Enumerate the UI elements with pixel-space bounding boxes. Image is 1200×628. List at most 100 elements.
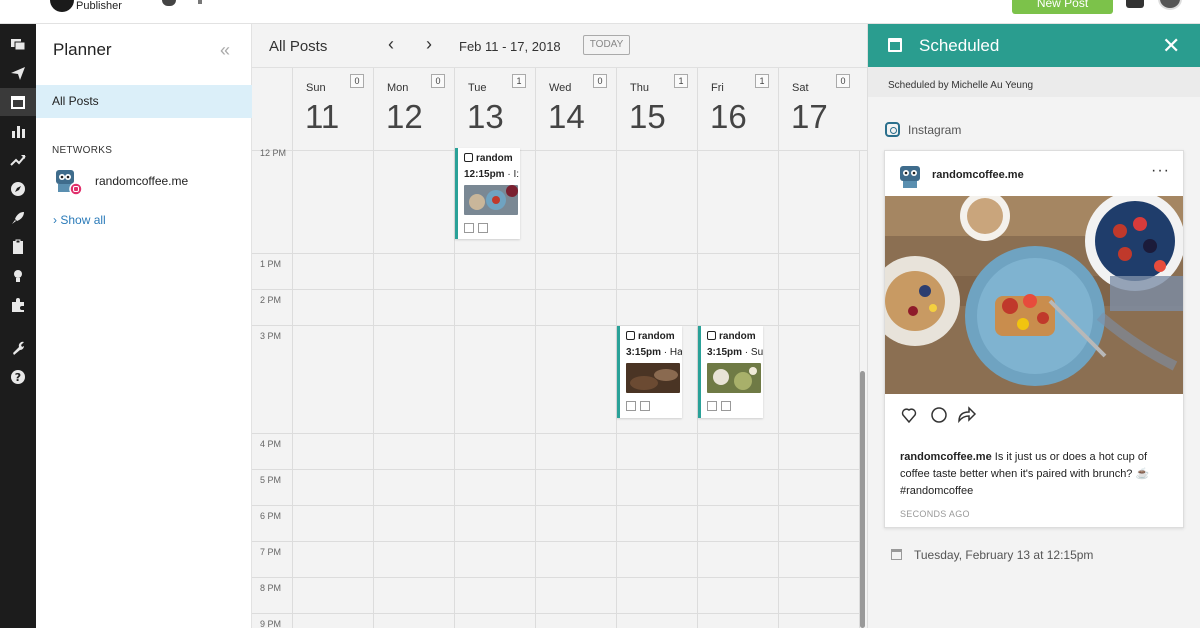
caption-username: randomcoffee.me (900, 451, 992, 463)
grid-divider (252, 253, 860, 254)
day-column-header: Wed 14 0 (535, 68, 616, 151)
chevron-right-icon: › (53, 213, 57, 227)
post-card[interactable]: random 3:15pm · Su (698, 326, 763, 418)
owl-icon[interactable] (162, 0, 176, 6)
post-account: random (626, 331, 682, 342)
planner-sidebar: Planner « All Posts NETWORKS randomcoffe… (36, 24, 252, 628)
calendar-grid[interactable]: 12 PM 1 PM 2 PM 3 PM 4 PM 5 PM 6 PM 7 PM… (252, 148, 860, 628)
time-label: 7 PM (260, 547, 282, 557)
show-all-link[interactable]: › Show all (53, 213, 106, 227)
day-number: 17 (791, 98, 828, 135)
day-number: 12 (386, 98, 423, 135)
robot-avatar-icon (900, 166, 920, 188)
launch-icon[interactable] (0, 204, 36, 232)
grid-divider (252, 325, 860, 326)
assignments-icon[interactable] (0, 233, 36, 261)
day-number: 14 (548, 98, 585, 135)
instagram-post-preview: randomcoffee.me ··· randomcoffee.me Is i… (884, 150, 1184, 528)
time-label: 8 PM (260, 583, 282, 593)
streams-icon[interactable] (0, 30, 36, 58)
image-icon (721, 401, 731, 411)
scheduled-byline: Scheduled by Michelle Au Yeung (888, 80, 1034, 91)
instagram-icon (626, 331, 635, 340)
calendar-scrollbar[interactable] (860, 371, 865, 628)
calendar-icon (891, 549, 902, 560)
post-count-badge: 1 (674, 74, 688, 88)
show-all-label: Show all (60, 213, 106, 227)
day-column-header: Mon 12 0 (373, 68, 454, 151)
collapse-sidebar-icon[interactable]: « (220, 40, 230, 61)
calendar-icon (707, 401, 717, 411)
close-icon[interactable]: ✕ (1162, 33, 1180, 59)
post-count-badge: 0 (593, 74, 607, 88)
day-number: 15 (629, 98, 666, 135)
post-count-badge: 0 (431, 74, 445, 88)
post-account-label: random (476, 153, 513, 164)
prev-week-icon[interactable]: ‹ (388, 34, 394, 55)
calendar-icon (888, 38, 902, 52)
day-number: 11 (305, 98, 340, 135)
post-time-value: 3:15pm (626, 347, 662, 358)
time-label: 5 PM (260, 475, 282, 485)
day-number: 16 (710, 98, 747, 135)
grid-divider (373, 151, 374, 628)
more-options-icon[interactable]: ··· (1151, 162, 1170, 180)
explore-icon[interactable] (0, 175, 36, 203)
today-button[interactable]: TODAY (583, 35, 630, 55)
post-time: 3:15pm · Ha (626, 347, 682, 358)
network-label: Instagram (885, 122, 961, 137)
post-username: randomcoffee.me (932, 169, 1024, 181)
inbox-icon[interactable] (1126, 0, 1144, 8)
post-account: random (707, 331, 763, 342)
calendar-title: All Posts (269, 38, 328, 55)
day-name: Fri (711, 82, 724, 94)
post-excerpt: · Ha (663, 347, 682, 358)
planner-title: Planner (53, 40, 112, 59)
post-thumbnail (464, 185, 518, 215)
share-icon (958, 406, 977, 424)
time-label: 4 PM (260, 439, 282, 449)
help-icon[interactable]: ? (0, 363, 36, 391)
calendar-view: All Posts ‹ › Feb 11 - 17, 2018 TODAY Su… (252, 24, 867, 628)
analytics-icon[interactable] (0, 117, 36, 145)
grid-divider (292, 151, 293, 628)
day-column-header: Tue 13 1 (454, 68, 535, 151)
post-time-value: 12:15pm (464, 169, 505, 180)
apps-icon[interactable] (0, 291, 36, 319)
tools-icon[interactable] (0, 334, 36, 362)
post-caption: randomcoffee.me Is it just us or does a … (900, 449, 1172, 500)
image-icon (640, 401, 650, 411)
planner-icon[interactable] (0, 88, 36, 116)
post-count-badge: 0 (836, 74, 850, 88)
grid-divider (252, 289, 860, 290)
time-label: 1 PM (260, 259, 282, 269)
network-name[interactable]: randomcoffee.me (95, 174, 188, 188)
scheduled-panel: Scheduled ✕ Scheduled by Michelle Au Yeu… (867, 24, 1200, 628)
day-name: Sun (306, 82, 326, 94)
scheduled-header: Scheduled ✕ (868, 24, 1200, 67)
image-icon (478, 223, 488, 233)
day-name: Tue (468, 82, 487, 94)
post-card[interactable]: random 12:15pm · I: (455, 148, 520, 239)
post-account-label: random (719, 331, 756, 342)
post-actions (901, 406, 977, 424)
post-time-value: 3:15pm (707, 347, 743, 358)
new-post-button[interactable]: New Post (1012, 0, 1113, 14)
svg-text:?: ? (15, 371, 21, 384)
day-column-header: Thu 15 1 (616, 68, 697, 151)
user-avatar[interactable] (1158, 0, 1182, 10)
time-label: 3 PM (260, 331, 282, 341)
day-column-header: Fri 16 1 (697, 68, 778, 151)
post-card[interactable]: random 3:15pm · Ha (617, 326, 682, 418)
chevron-down-icon[interactable] (198, 0, 202, 4)
grid-divider (252, 505, 860, 506)
next-week-icon[interactable]: › (426, 34, 432, 55)
growth-icon[interactable] (0, 146, 36, 174)
post-excerpt: · I: (507, 169, 520, 180)
grid-divider (252, 577, 860, 578)
insights-icon[interactable] (0, 262, 36, 290)
sidebar-item-all-posts[interactable]: All Posts (36, 85, 252, 118)
calendar-icon (464, 223, 474, 233)
post-count-badge: 1 (755, 74, 769, 88)
publisher-icon[interactable] (0, 59, 36, 87)
